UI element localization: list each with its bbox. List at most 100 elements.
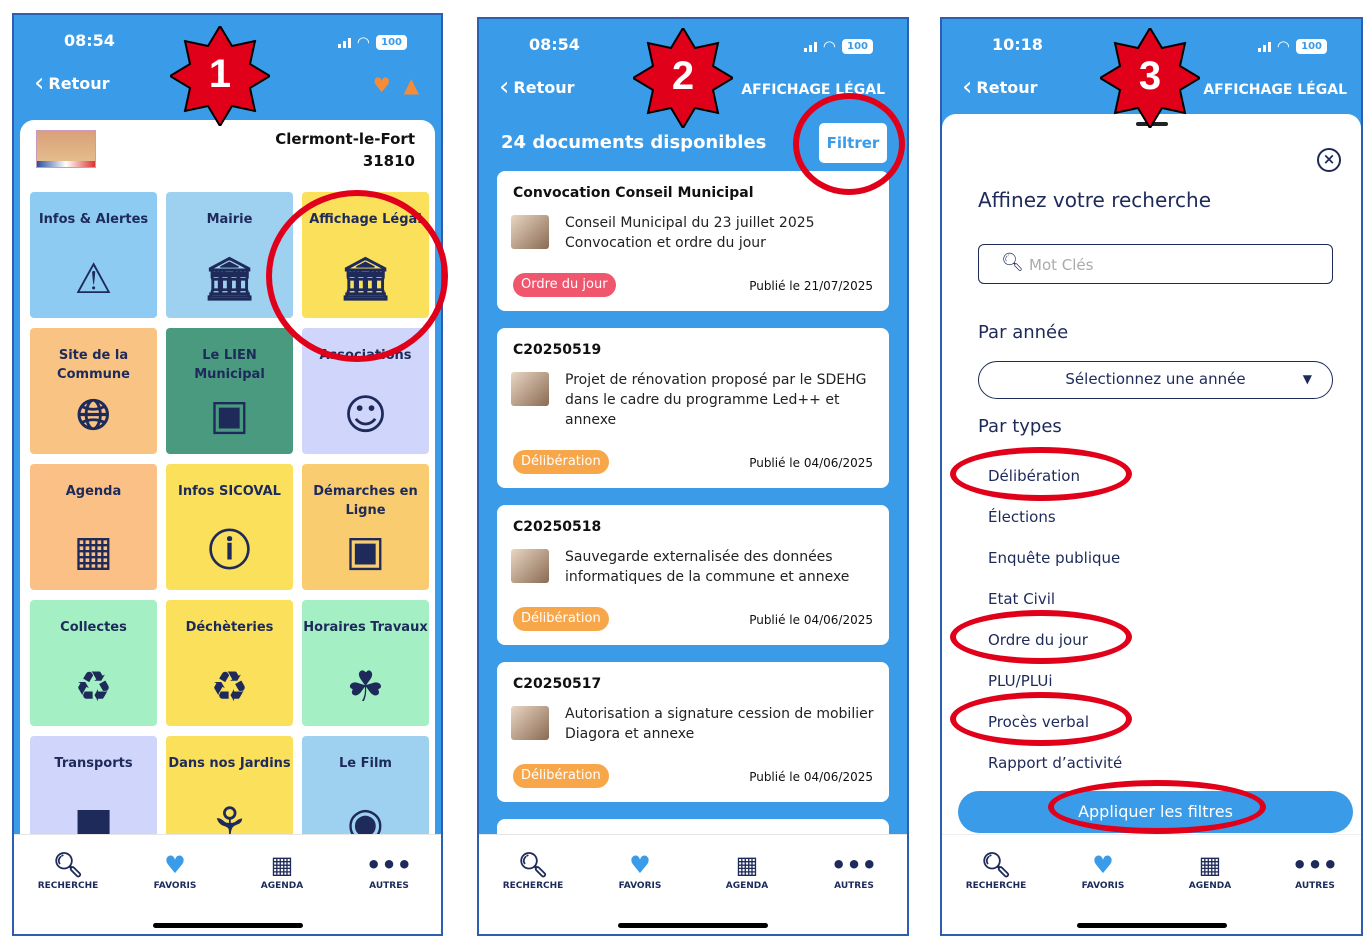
tab-autres[interactable]: ••• AUTRES	[349, 849, 429, 891]
heart-icon: ♥	[1092, 851, 1114, 879]
caret-down-icon: ▼	[1302, 372, 1312, 386]
chevron-left-icon: ‹	[34, 68, 45, 98]
tab-recherche[interactable]: 🔍︎ RECHERCHE	[493, 849, 573, 891]
highlight-ring-affichage	[266, 190, 448, 362]
document-description: Autorisation a signature cession de mobi…	[565, 706, 874, 742]
back-button[interactable]: ‹ Retour	[34, 68, 110, 98]
tab-agenda[interactable]: ▦ AGENDA	[707, 849, 787, 891]
year-select[interactable]: Sélectionnez une année ▼	[978, 361, 1333, 399]
search-placeholder: Mot Clés	[1029, 256, 1094, 274]
document-published-date: Publié le 21/07/2025	[749, 279, 873, 293]
highlight-ring-apply	[1048, 780, 1266, 834]
back-button[interactable]: ‹ Retour	[499, 72, 575, 102]
document-card[interactable]: C20250517 Autorisation a signature cessio…	[497, 662, 889, 802]
status-icons: ◠ 100	[1257, 37, 1327, 55]
tab-agenda[interactable]: ▦ AGENDA	[242, 849, 322, 891]
year-select-value: Sélectionnez une année	[1065, 370, 1246, 388]
calendar-icon: ▦	[73, 526, 114, 575]
highlight-ring-proces	[950, 692, 1132, 746]
type-option[interactable]: Élections	[988, 508, 1056, 526]
signal-icon	[803, 40, 817, 52]
tab-label: FAVORIS	[618, 881, 662, 891]
alert-icon: ⚠	[74, 254, 113, 303]
type-option[interactable]: Etat Civil	[988, 590, 1055, 608]
tile-le-lien-municipal[interactable]: Le LIEN Municipal ▣	[166, 328, 293, 454]
documents-count: 24 documents disponibles	[501, 132, 767, 153]
bell-icon[interactable]: ▲	[404, 73, 419, 97]
signal-icon	[1257, 40, 1271, 52]
types-label: Par types	[978, 416, 1062, 437]
tile-site-de-la-commune[interactable]: Site de la Commune 🌐︎	[30, 328, 157, 454]
tab-label: AGENDA	[260, 881, 304, 891]
heart-icon: ♥	[629, 851, 651, 879]
document-type-badge: Délibération	[513, 764, 609, 788]
tile-label: Démarches en Ligne	[313, 484, 418, 518]
nav-actions: ♥ ▲	[373, 73, 419, 97]
home-indicator	[152, 923, 303, 928]
document-thumbnail	[511, 372, 549, 406]
close-icon[interactable]: ×	[1317, 148, 1341, 172]
tile-label: Infos & Alertes	[38, 212, 149, 227]
type-option[interactable]: Rapport d’activité	[988, 754, 1122, 772]
tile-horaires-travaux[interactable]: Horaires Travaux ☘	[302, 600, 429, 726]
document-card[interactable]: C20250518 Sauvegarde externalisée des don…	[497, 505, 889, 645]
document-thumbnail	[511, 549, 549, 583]
document-type-badge: Ordre du jour	[513, 273, 616, 297]
tab-recherche[interactable]: 🔍︎ RECHERCHE	[28, 849, 108, 891]
document-description: Projet de rénovation proposé par le SDEH…	[565, 372, 867, 428]
home-indicator	[1076, 923, 1227, 928]
more-icon: •••	[365, 851, 413, 879]
signal-icon	[337, 36, 351, 48]
highlight-ring-filter	[793, 93, 905, 195]
tile-infos-alertes[interactable]: Infos & Alertes ⚠	[30, 192, 157, 318]
heart-icon[interactable]: ♥	[373, 73, 391, 97]
document-title: C20250517	[513, 676, 602, 692]
town-header: Clermont-le-Fort 31810	[275, 128, 415, 172]
document-type-badge: Délibération	[513, 450, 609, 474]
keyword-search-field[interactable]: 🔍︎ Mot Clés	[978, 244, 1333, 284]
tab-label: RECHERCHE	[37, 881, 99, 891]
tile-agenda[interactable]: Agenda ▦	[30, 464, 157, 590]
document-title: C20250518	[513, 519, 602, 535]
year-label: Par année	[978, 322, 1069, 343]
back-label: Retour	[976, 77, 1038, 97]
chevron-left-icon: ‹	[499, 72, 510, 102]
town-logo	[36, 130, 96, 168]
town-name: Clermont-le-Fort	[275, 130, 415, 148]
tile-d-ch-teries[interactable]: Déchèteries ♻	[166, 600, 293, 726]
wifi-icon: ◠	[823, 37, 836, 55]
computer-icon: ▣	[345, 526, 386, 575]
tab-autres[interactable]: ••• AUTRES	[814, 849, 894, 891]
highlight-ring-ordre	[950, 610, 1132, 664]
tile-infos-sicoval[interactable]: Infos SICOVAL ⓘ	[166, 464, 293, 590]
chevron-left-icon: ‹	[962, 72, 973, 102]
info-icon: ⓘ	[208, 526, 251, 575]
wifi-icon: ◠	[357, 33, 370, 51]
tab-favoris[interactable]: ♥ FAVORIS	[1063, 849, 1143, 891]
tile-label: Le LIEN Municipal	[194, 348, 265, 382]
tab-autres[interactable]: ••• AUTRES	[1275, 849, 1355, 891]
type-option[interactable]: PLU/PLUi	[988, 672, 1053, 690]
tile-label: Mairie	[206, 212, 253, 227]
back-button[interactable]: ‹ Retour	[962, 72, 1038, 102]
tab-favoris[interactable]: ♥ FAVORIS	[600, 849, 680, 891]
tab-label: RECHERCHE	[965, 881, 1027, 891]
tab-label: AUTRES	[369, 881, 409, 891]
calendar-icon: ▦	[270, 851, 294, 879]
tab-agenda[interactable]: ▦ AGENDA	[1170, 849, 1250, 891]
search-icon: 🔍︎	[1001, 252, 1024, 273]
type-option[interactable]: Enquête publique	[988, 549, 1120, 567]
document-published-date: Publié le 04/06/2025	[749, 770, 873, 784]
tile-collectes[interactable]: Collectes ♻	[30, 600, 157, 726]
tab-recherche[interactable]: 🔍︎ RECHERCHE	[956, 849, 1036, 891]
battery-icon: 100	[1296, 38, 1327, 54]
step-badge-2: 2	[633, 28, 733, 128]
back-label: Retour	[513, 77, 575, 97]
search-icon: 🔍︎	[517, 851, 549, 879]
tab-favoris[interactable]: ♥ FAVORIS	[135, 849, 215, 891]
step-number: 2	[671, 54, 695, 98]
document-title: C20250519	[513, 342, 602, 358]
tile-d-marches-en-ligne[interactable]: Démarches en Ligne ▣	[302, 464, 429, 590]
step-badge-1: 1	[170, 26, 270, 126]
document-card[interactable]: C20250519 Projet de rénovation proposé pa…	[497, 328, 889, 488]
